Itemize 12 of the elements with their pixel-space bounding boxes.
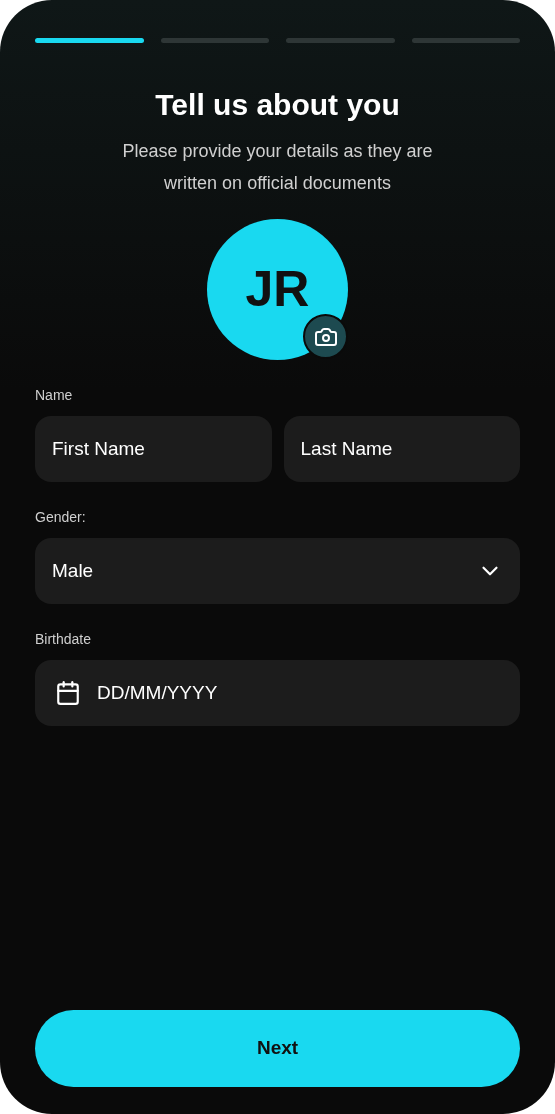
page-title: Tell us about you — [154, 87, 401, 123]
first-name-field[interactable]: First Name — [35, 416, 272, 482]
calendar-icon — [55, 680, 81, 706]
gender-label: Gender: — [35, 508, 87, 527]
name-label: Name — [35, 386, 74, 405]
avatar[interactable]: JR — [207, 219, 348, 360]
birthdate-field[interactable]: DD/MM/YYYY — [35, 660, 520, 726]
last-name-field[interactable]: Last Name — [283, 416, 520, 482]
birthdate-label: Birthdate — [35, 630, 93, 649]
gender-select[interactable]: Male — [35, 538, 520, 604]
page-subtitle: Please provide your details as they are written on official documents — [121, 140, 434, 195]
next-button[interactable]: Next — [35, 1010, 520, 1087]
